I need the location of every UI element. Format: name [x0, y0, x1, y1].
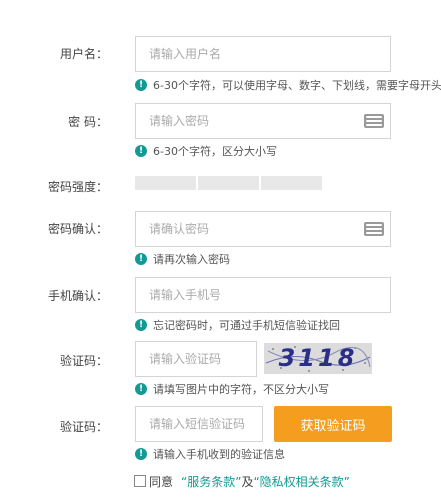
terms-of-service-link[interactable]: “服务条款” — [181, 473, 241, 490]
password-label: 密 码： — [68, 115, 108, 129]
privacy-terms-link[interactable]: “隐私权相关条款” — [253, 473, 349, 490]
confirm-password-label: 密码确认： — [47, 222, 108, 236]
captcha-label: 验证码： — [59, 354, 108, 368]
username-label: 用户名： — [59, 47, 108, 61]
phone-hint-text: 忘记密码时，可通过手机短信验证找回 — [153, 319, 340, 332]
strength-segment-strong — [261, 176, 322, 190]
keyboard-icon[interactable] — [364, 114, 384, 128]
username-input[interactable] — [135, 36, 391, 72]
captcha-image[interactable]: 3118 — [264, 343, 372, 374]
confirm-password-hint-text: 请再次输入密码 — [153, 253, 230, 266]
captcha-text: 3118 — [278, 344, 358, 372]
password-hint-text: 6-30个字符，区分大小写 — [153, 145, 277, 158]
strength-segment-weak — [135, 176, 196, 190]
captcha-hint: ! 请填写图片中的字符，不区分大小写 — [135, 381, 329, 397]
keyboard-icon[interactable] — [364, 222, 384, 236]
strength-label: 密码强度： — [47, 180, 108, 194]
captcha-hint-text: 请填写图片中的字符，不区分大小写 — [153, 383, 329, 396]
agree-label: 同意 — [149, 474, 174, 489]
captcha-input[interactable] — [135, 341, 257, 377]
password-input[interactable] — [135, 103, 391, 139]
username-hint: ! 6-30个字符，可以使用字母、数字、下划线，需要字母开头 — [135, 77, 441, 93]
agreement-row: 同意 “服务条款” 及 “隐私权相关条款” — [134, 473, 350, 489]
info-icon: ! — [135, 253, 147, 265]
sms-code-hint-text: 请输入手机收到的验证信息 — [153, 448, 285, 461]
info-icon: ! — [135, 145, 147, 157]
info-icon: ! — [135, 383, 147, 395]
agree-checkbox[interactable] — [134, 475, 146, 487]
phone-input[interactable] — [135, 277, 391, 313]
sms-code-input[interactable] — [135, 406, 263, 442]
confirm-password-input[interactable] — [135, 211, 391, 247]
password-hint: ! 6-30个字符，区分大小写 — [135, 143, 277, 159]
get-sms-code-button[interactable]: 获取验证码 — [274, 406, 392, 442]
info-icon: ! — [135, 319, 147, 331]
phone-label: 手机确认： — [47, 289, 108, 303]
agreement-and-text: 及 — [241, 474, 254, 489]
strength-segment-medium — [198, 176, 259, 190]
username-hint-text: 6-30个字符，可以使用字母、数字、下划线，需要字母开头 — [153, 79, 441, 92]
confirm-password-hint: ! 请再次输入密码 — [135, 251, 230, 267]
info-icon: ! — [135, 79, 147, 91]
sms-code-label: 验证码： — [59, 420, 108, 434]
phone-hint: ! 忘记密码时，可通过手机短信验证找回 — [135, 317, 340, 333]
info-icon: ! — [135, 448, 147, 460]
sms-code-hint: ! 请输入手机收到的验证信息 — [135, 446, 285, 462]
